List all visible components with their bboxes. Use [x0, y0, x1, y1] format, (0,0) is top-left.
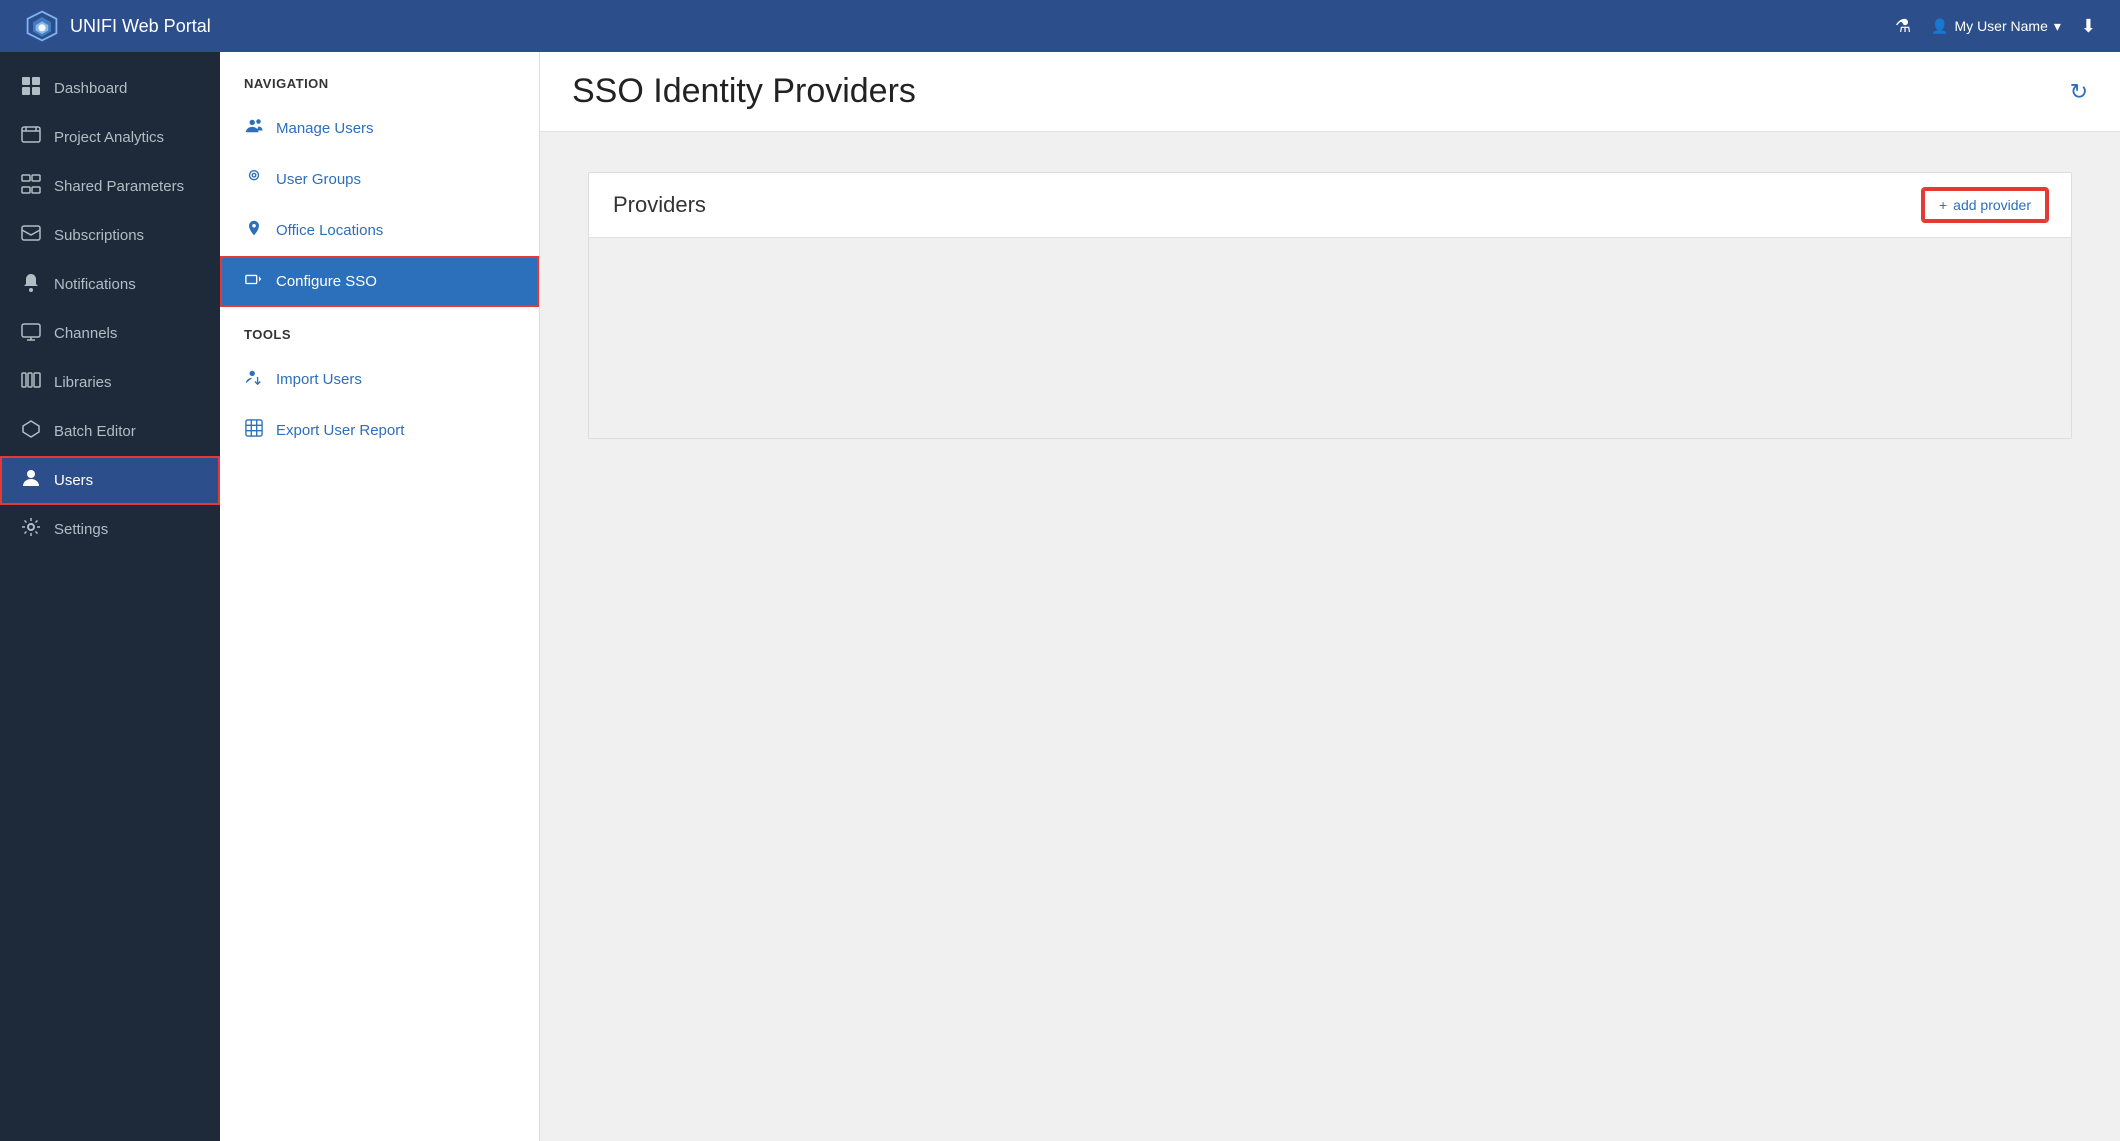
sidebar: Dashboard Project Analytics Shared Paramet… [0, 52, 220, 1141]
tool-label-import-users: Import Users [276, 371, 362, 388]
shared-parameters-icon [20, 174, 42, 199]
user-name: My User Name [1955, 18, 2048, 34]
secondary-panel: NAVIGATION Manage Users User Groups Office… [220, 52, 540, 1141]
app-logo: UNIFI Web Portal [24, 8, 211, 44]
tool-label-export-user-report: Export User Report [276, 422, 404, 439]
content-header: SSO Identity Providers ↻ [540, 52, 2120, 132]
user-icon: 👤 [1931, 18, 1948, 35]
providers-container: Providers + add provider [588, 172, 2072, 439]
logo-icon [24, 8, 60, 44]
subscriptions-icon [20, 223, 42, 248]
dashboard-icon [20, 76, 42, 101]
sidebar-label-channels: Channels [54, 325, 117, 342]
tools-section: TOOLS Import Users Export User Report [220, 327, 539, 456]
sidebar-item-channels[interactable]: Channels [0, 309, 220, 358]
download-icon[interactable]: ⬇ [2081, 16, 2096, 37]
sidebar-item-users[interactable]: Users [0, 456, 220, 505]
nav-item-office-locations[interactable]: Office Locations [220, 205, 539, 256]
header-actions: ↻ [2070, 79, 2088, 105]
header-right: ⚗ 👤 My User Name ▾ ⬇ [1895, 16, 2096, 37]
sidebar-item-notifications[interactable]: Notifications [0, 260, 220, 309]
user-menu[interactable]: 👤 My User Name ▾ [1931, 18, 2061, 35]
sidebar-label-subscriptions: Subscriptions [54, 227, 144, 244]
import-users-tool-icon [244, 368, 264, 391]
sidebar-item-libraries[interactable]: Libraries [0, 358, 220, 407]
batch-editor-icon [20, 419, 42, 444]
export-user-report-tool-icon [244, 419, 264, 442]
sidebar-label-libraries: Libraries [54, 374, 112, 391]
office-locations-nav-icon [244, 219, 264, 242]
tool-item-import-users[interactable]: Import Users [220, 354, 539, 405]
sidebar-item-settings[interactable]: Settings [0, 505, 220, 554]
channels-icon [20, 321, 42, 346]
project-analytics-icon [20, 125, 42, 150]
sidebar-label-project-analytics: Project Analytics [54, 129, 164, 146]
sidebar-label-dashboard: Dashboard [54, 80, 127, 97]
providers-content [589, 238, 2071, 438]
sidebar-item-dashboard[interactable]: Dashboard [0, 64, 220, 113]
sidebar-label-batch-editor: Batch Editor [54, 423, 136, 440]
add-provider-button[interactable]: + add provider [1923, 189, 2047, 221]
header-left: UNIFI Web Portal [24, 8, 211, 44]
main-content: SSO Identity Providers ↻ Providers + add… [540, 52, 2120, 1141]
content-body: Providers + add provider [540, 132, 2120, 479]
app-title: UNIFI Web Portal [70, 16, 211, 37]
user-groups-nav-icon [244, 168, 264, 191]
nav-label-user-groups: User Groups [276, 171, 361, 188]
nav-label-configure-sso: Configure SSO [276, 273, 377, 290]
sidebar-label-notifications: Notifications [54, 276, 136, 293]
nav-section-title: NAVIGATION [220, 76, 539, 103]
sidebar-item-subscriptions[interactable]: Subscriptions [0, 211, 220, 260]
chevron-down-icon: ▾ [2054, 18, 2061, 35]
nav-item-manage-users[interactable]: Manage Users [220, 103, 539, 154]
nav-label-manage-users: Manage Users [276, 120, 374, 137]
users-icon [20, 468, 42, 493]
sidebar-item-project-analytics[interactable]: Project Analytics [0, 113, 220, 162]
plus-icon: + [1939, 197, 1947, 213]
sidebar-label-settings: Settings [54, 521, 108, 538]
flask-icon[interactable]: ⚗ [1895, 16, 1911, 37]
tool-item-export-user-report[interactable]: Export User Report [220, 405, 539, 456]
configure-sso-nav-icon [244, 270, 264, 293]
providers-header: Providers + add provider [589, 173, 2071, 238]
libraries-icon [20, 370, 42, 395]
notifications-icon [20, 272, 42, 297]
sidebar-label-shared-parameters: Shared Parameters [54, 178, 184, 195]
sidebar-item-shared-parameters[interactable]: Shared Parameters [0, 162, 220, 211]
refresh-button[interactable]: ↻ [2070, 79, 2088, 105]
add-provider-label: add provider [1953, 197, 2031, 213]
settings-icon [20, 517, 42, 542]
main-layout: Dashboard Project Analytics Shared Paramet… [0, 52, 2120, 1141]
sidebar-label-users: Users [54, 472, 93, 489]
page-title: SSO Identity Providers [572, 72, 916, 111]
top-header: UNIFI Web Portal ⚗ 👤 My User Name ▾ ⬇ [0, 0, 2120, 52]
manage-users-nav-icon [244, 117, 264, 140]
providers-title: Providers [613, 192, 706, 218]
nav-item-user-groups[interactable]: User Groups [220, 154, 539, 205]
nav-item-configure-sso[interactable]: Configure SSO [220, 256, 539, 307]
sidebar-item-batch-editor[interactable]: Batch Editor [0, 407, 220, 456]
tools-section-title: TOOLS [220, 327, 539, 354]
nav-label-office-locations: Office Locations [276, 222, 383, 239]
